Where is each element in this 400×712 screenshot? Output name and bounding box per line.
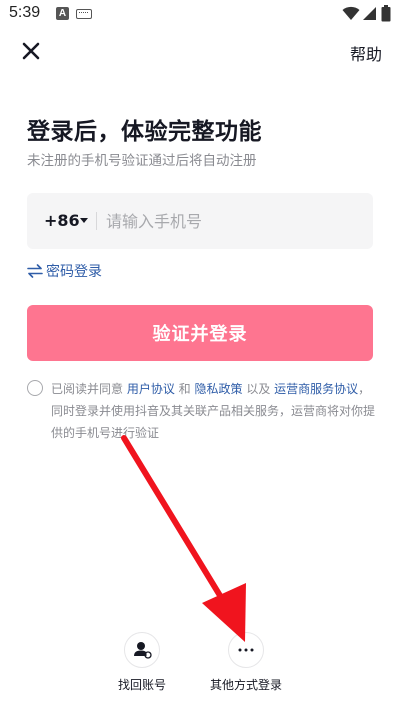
battery-icon	[381, 5, 391, 22]
agreement-text: 已阅读并同意 用户协议 和 隐私政策 以及 运营商服务协议，同时登录并使用抖音及…	[51, 378, 381, 444]
carrier-agreement-link[interactable]: 运营商服务协议	[274, 382, 358, 396]
page-subtitle: 未注册的手机号验证通过后将自动注册	[27, 153, 257, 169]
help-link[interactable]: 帮助	[350, 41, 382, 65]
page-title: 登录后，体验完整功能	[27, 119, 262, 145]
recover-account-button[interactable]	[124, 632, 160, 668]
keyboard-icon	[76, 9, 92, 19]
signal-icon	[363, 7, 376, 20]
user-agreement-link[interactable]: 用户协议	[127, 382, 175, 396]
close-icon[interactable]	[18, 38, 44, 64]
notification-a-icon: A	[56, 7, 69, 20]
caret-down-icon[interactable]	[80, 218, 88, 223]
phone-number-input[interactable]	[106, 205, 356, 237]
input-divider	[96, 212, 97, 230]
wifi-icon	[342, 6, 360, 20]
agreement-and: 和	[174, 382, 195, 396]
other-login-label: 其他方式登录	[209, 678, 282, 692]
agreement-and2: 以及	[242, 382, 275, 396]
other-login-option[interactable]: 其他方式登录	[204, 632, 288, 693]
agreement-checkbox[interactable]	[27, 380, 43, 396]
agreement-prefix: 已阅读并同意	[51, 382, 127, 396]
privacy-policy-link[interactable]: 隐私政策	[194, 382, 242, 396]
swap-icon	[27, 264, 43, 278]
password-login-link[interactable]: 密码登录	[27, 261, 102, 281]
verify-login-button[interactable]: 验证并登录	[27, 305, 373, 361]
recover-account-option[interactable]: 找回账号	[112, 632, 172, 693]
recover-account-label: 找回账号	[117, 678, 166, 692]
status-bar: 5:39 A	[0, 0, 400, 28]
phone-input-container: +86	[27, 193, 373, 249]
status-time: 5:39	[9, 4, 41, 21]
more-dots-icon	[238, 648, 254, 652]
other-login-button[interactable]	[228, 632, 264, 668]
country-code-selector[interactable]: +86	[44, 211, 80, 230]
user-recover-icon	[134, 642, 152, 659]
password-login-label: 密码登录	[46, 264, 102, 280]
